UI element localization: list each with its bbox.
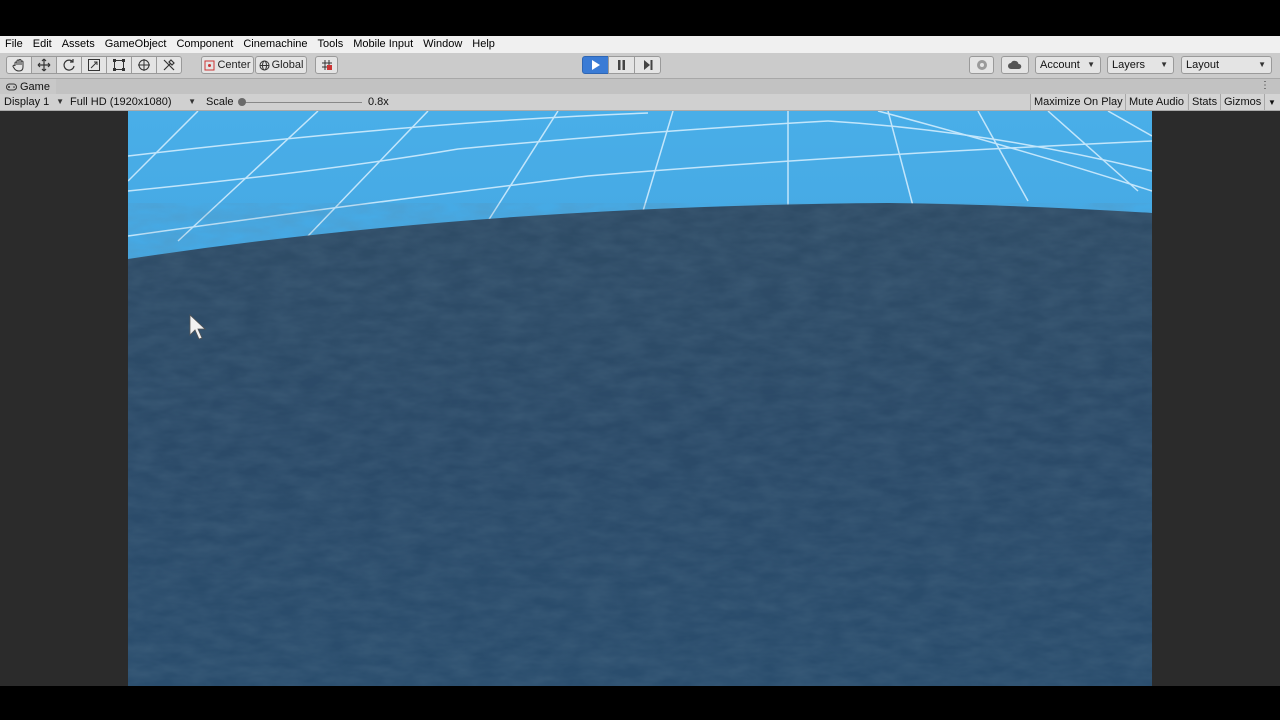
game-tab-bar: Game ⋮ <box>0 79 1280 95</box>
gamepad-icon <box>6 83 17 90</box>
hand-tool-icon <box>12 59 24 72</box>
resolution-label: Full HD (1920x1080) <box>70 96 172 108</box>
gizmos-toggle[interactable]: Gizmos <box>1220 94 1265 110</box>
stats-toggle[interactable]: Stats <box>1188 94 1221 110</box>
layers-label: Layers <box>1112 59 1146 71</box>
layers-dropdown[interactable]: Layers ▼ <box>1107 56 1174 74</box>
letterbox-top <box>0 0 1280 36</box>
menu-file[interactable]: File <box>0 36 28 53</box>
pause-button[interactable] <box>608 56 635 74</box>
transform-tools <box>6 56 182 74</box>
menu-edit[interactable]: Edit <box>28 36 57 53</box>
pivot-rotation-toggle[interactable]: Global <box>255 56 307 74</box>
account-label: Account <box>1040 59 1080 71</box>
snap-settings-button[interactable] <box>315 56 338 74</box>
playback-controls <box>582 56 661 74</box>
menu-cinemachine[interactable]: Cinemachine <box>238 36 312 53</box>
transform-tool-button[interactable] <box>131 56 157 74</box>
display-dropdown[interactable]: Display 1 ▼ <box>4 94 64 110</box>
account-dropdown[interactable]: Account ▼ <box>1035 56 1101 74</box>
transform-tool-icon <box>138 59 150 71</box>
chevron-down-icon: ▼ <box>1087 60 1095 69</box>
cloud-button[interactable] <box>1001 56 1029 74</box>
layout-label: Layout <box>1186 59 1220 71</box>
main-toolbar: Center Global Account ▼ Layers ▼ Layout … <box>0 53 1280 79</box>
letterbox-bottom <box>0 686 1280 720</box>
scale-slider-thumb[interactable] <box>238 98 246 106</box>
game-scene <box>128 111 1152 686</box>
menu-bar: File Edit Assets GameObject Component Ci… <box>0 36 1280 53</box>
play-button[interactable] <box>582 56 609 74</box>
game-view-toolbar: Display 1 ▼ Full HD (1920x1080) ▼ Scale … <box>0 94 1280 111</box>
step-button[interactable] <box>634 56 661 74</box>
collab-button[interactable] <box>969 56 994 74</box>
pivot-mode-toggle[interactable]: Center <box>201 56 254 74</box>
pivot-center-icon <box>204 60 215 70</box>
pause-icon <box>618 60 625 70</box>
chevron-down-icon: ▼ <box>188 97 196 106</box>
move-tool-button[interactable] <box>31 56 57 74</box>
pivot-rotation-label: Global <box>271 59 304 71</box>
menu-tools[interactable]: Tools <box>313 36 349 53</box>
custom-tool-button[interactable] <box>156 56 182 74</box>
scale-label: Scale <box>206 96 234 108</box>
game-view-render[interactable] <box>128 111 1152 686</box>
mute-audio-toggle[interactable]: Mute Audio <box>1125 94 1188 110</box>
chevron-down-icon: ▼ <box>1268 98 1276 107</box>
play-icon <box>592 60 600 70</box>
collab-icon <box>976 60 987 70</box>
step-icon <box>643 60 652 70</box>
gizmos-dropdown[interactable]: ▼ <box>1264 94 1280 110</box>
rotate-tool-button[interactable] <box>56 56 82 74</box>
layout-dropdown[interactable]: Layout ▼ <box>1181 56 1272 74</box>
resolution-dropdown[interactable]: Full HD (1920x1080) ▼ <box>70 94 196 110</box>
scale-tool-icon <box>88 59 100 71</box>
rect-tool-icon <box>113 59 125 71</box>
rect-tool-button[interactable] <box>106 56 132 74</box>
chevron-down-icon: ▼ <box>1160 60 1168 69</box>
rotate-tool-icon <box>63 59 75 71</box>
tab-game[interactable]: Game <box>0 79 56 94</box>
menu-window[interactable]: Window <box>418 36 467 53</box>
menu-gameobject[interactable]: GameObject <box>100 36 172 53</box>
grid-snap-icon <box>321 60 332 70</box>
move-tool-icon <box>37 58 51 72</box>
menu-help[interactable]: Help <box>467 36 500 53</box>
ocean-waves <box>128 203 1152 686</box>
globe-icon <box>259 60 270 70</box>
maximize-on-play-toggle[interactable]: Maximize On Play <box>1030 94 1126 110</box>
scale-tool-button[interactable] <box>81 56 107 74</box>
custom-tool-icon <box>163 59 175 71</box>
scale-value: 0.8x <box>368 96 389 108</box>
chevron-down-icon: ▼ <box>56 97 64 106</box>
menu-mobile-input[interactable]: Mobile Input <box>348 36 418 53</box>
hand-tool-button[interactable] <box>6 56 32 74</box>
scale-slider-track[interactable] <box>240 102 362 103</box>
menu-component[interactable]: Component <box>171 36 238 53</box>
chevron-down-icon: ▼ <box>1258 60 1266 69</box>
menu-assets[interactable]: Assets <box>57 36 100 53</box>
pivot-mode-label: Center <box>217 59 251 71</box>
tab-game-label: Game <box>20 80 50 93</box>
more-options-icon[interactable]: ⋮ <box>1260 80 1270 92</box>
display-label: Display 1 <box>4 96 50 108</box>
cloud-icon <box>1008 60 1022 69</box>
